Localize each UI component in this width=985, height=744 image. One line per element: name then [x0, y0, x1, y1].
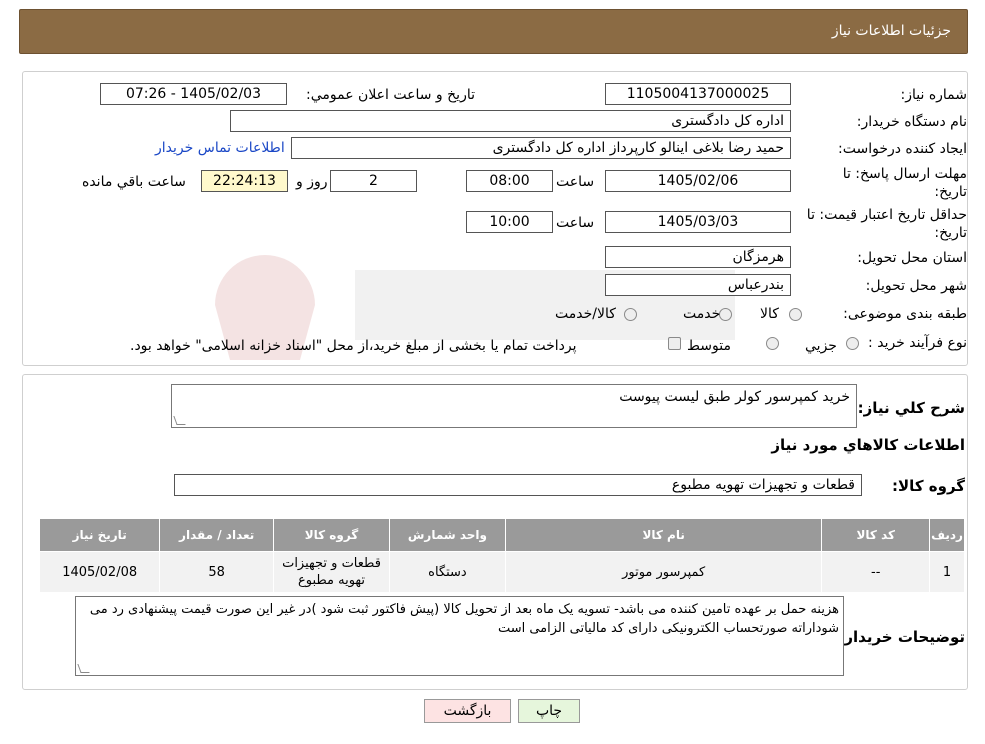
price-validity-time-field[interactable]: 10:00: [466, 211, 553, 233]
price-validity-label-line1: حداقل تاریخ اعتبار قیمت: تا: [806, 207, 967, 223]
need-number-field[interactable]: 1105004137000025: [605, 83, 791, 105]
page-header: جزئیات اطلاعات نیاز: [19, 9, 968, 54]
col-need-date: تاریخ نیاز: [38, 518, 161, 552]
need-summary-textarea[interactable]: خرید کمپرسور کولر طبق لیست پیوست: [171, 384, 857, 428]
category-service-label: خدمت: [683, 306, 721, 322]
buyer-notes-text: هزینه حمل بر عهده تامین کننده می باشد- ت…: [89, 602, 839, 636]
table-row: 1 -- کمپرسور موتور دستگاه قطعات و تجهیزا…: [38, 551, 965, 593]
category-goods-label: کالا: [760, 306, 779, 322]
need-summary-text: خرید کمپرسور کولر طبق لیست پیوست: [619, 389, 850, 405]
remaining-time-field: 22:24:13: [201, 170, 288, 192]
process-minor-radio[interactable]: [846, 337, 859, 350]
deadline-date-field[interactable]: 1405/02/06: [605, 170, 791, 192]
goods-table-header: رديف کد کالا نام کالا واحد شمارش گروه کا…: [38, 518, 965, 552]
category-goods-radio[interactable]: [789, 308, 802, 321]
col-item-code: کد کالا: [821, 518, 931, 552]
buyer-org-label: نام دستگاه خریدار:: [856, 114, 967, 130]
need-number-label: شماره نیاز:: [900, 87, 968, 103]
buyer-notes-label: توضیحات خریدار:: [838, 628, 965, 646]
deadline-label-line1: مهلت ارسال پاسخ: تا: [842, 166, 967, 182]
deadline-label: مهلت ارسال پاسخ: تا تاریخ:: [843, 165, 967, 201]
price-validity-date-field[interactable]: 1405/03/03: [605, 211, 791, 233]
buyer-notes-textarea[interactable]: هزینه حمل بر عهده تامین کننده می باشد- ت…: [75, 596, 844, 676]
goods-group-field[interactable]: قطعات و تجهیزات تهویه مطبوع: [174, 474, 862, 496]
delivery-city-label: شهر محل تحویل:: [865, 278, 967, 294]
category-goods-service-radio[interactable]: [624, 308, 637, 321]
purchase-process-label: نوع فرآیند خرید :: [868, 335, 967, 351]
requester-field[interactable]: حمید رضا بلاغی اینالو کارپرداز اداره کل …: [291, 137, 791, 159]
page-title: جزئیات اطلاعات نیاز: [831, 23, 951, 39]
deadline-time-field[interactable]: 08:00: [466, 170, 553, 192]
process-medium-radio[interactable]: [766, 337, 779, 350]
delivery-province-field[interactable]: هرمزگان: [605, 246, 791, 268]
announce-datetime-field[interactable]: 1405/02/03 - 07:26: [100, 83, 287, 105]
deadline-label-line2: تاریخ:: [934, 184, 967, 200]
treasury-payment-checkbox[interactable]: [668, 337, 681, 350]
deadline-time-label: ساعت: [556, 174, 595, 190]
days-remaining-field[interactable]: 2: [330, 170, 417, 192]
announce-datetime-label: تاریخ و ساعت اعلان عمومي:: [306, 87, 475, 103]
delivery-city-field[interactable]: بندرعباس: [605, 274, 791, 296]
cell-need-date: 1405/02/08: [38, 551, 161, 593]
resize-handle-icon[interactable]: [173, 416, 186, 425]
cell-item-code: --: [821, 551, 931, 593]
price-validity-label: حداقل تاریخ اعتبار قیمت: تا تاریخ:: [807, 206, 967, 242]
days-label: روز و: [296, 174, 328, 190]
buyer-contact-link[interactable]: اطلاعات تماس خریدار: [155, 140, 285, 156]
col-item-name: نام کالا: [504, 518, 823, 552]
resize-handle-icon[interactable]: [77, 664, 90, 673]
col-unit: واحد شمارش: [388, 518, 506, 552]
treasury-payment-note: پرداخت تمام یا بخشی از مبلغ خرید،از محل …: [130, 338, 577, 354]
cell-quantity: 58: [159, 551, 275, 593]
need-summary-label: شرح كلي نياز:: [857, 399, 965, 417]
goods-info-title: اطلاعات کالاهاي مورد نياز: [771, 436, 965, 454]
col-quantity: تعداد / مقدار: [159, 518, 275, 552]
cell-item-name: کمپرسور موتور: [504, 551, 823, 593]
requester-label: ایجاد کننده درخواست:: [838, 141, 967, 157]
col-goods-group: گروه کالا: [273, 518, 390, 552]
cell-unit: دستگاه: [388, 551, 506, 593]
delivery-province-label: استان محل تحویل:: [857, 250, 967, 266]
cell-row-number: 1: [929, 551, 965, 593]
price-validity-label-line2: تاریخ:: [934, 225, 967, 241]
category-goods-service-label: کالا/خدمت: [555, 306, 616, 322]
process-medium-label: متوسط: [687, 338, 731, 354]
buyer-org-field[interactable]: اداره کل دادگستری: [230, 110, 791, 132]
print-button[interactable]: چاپ: [518, 699, 580, 723]
cell-goods-group: قطعات و تجهیزات تهویه مطبوع: [273, 551, 390, 593]
goods-group-label: گروه کالا:: [892, 477, 965, 495]
subject-category-label: طبقه بندی موضوعی:: [843, 306, 967, 322]
price-validity-time-label: ساعت: [556, 215, 595, 231]
col-row-number: رديف: [929, 518, 965, 552]
category-service-radio[interactable]: [719, 308, 732, 321]
process-minor-label: جزيي: [805, 338, 837, 354]
goods-table: رديف کد کالا نام کالا واحد شمارش گروه کا…: [38, 518, 965, 593]
back-button[interactable]: بازگشت: [424, 699, 511, 723]
remaining-time-label: ساعت باقي مانده: [82, 174, 186, 190]
